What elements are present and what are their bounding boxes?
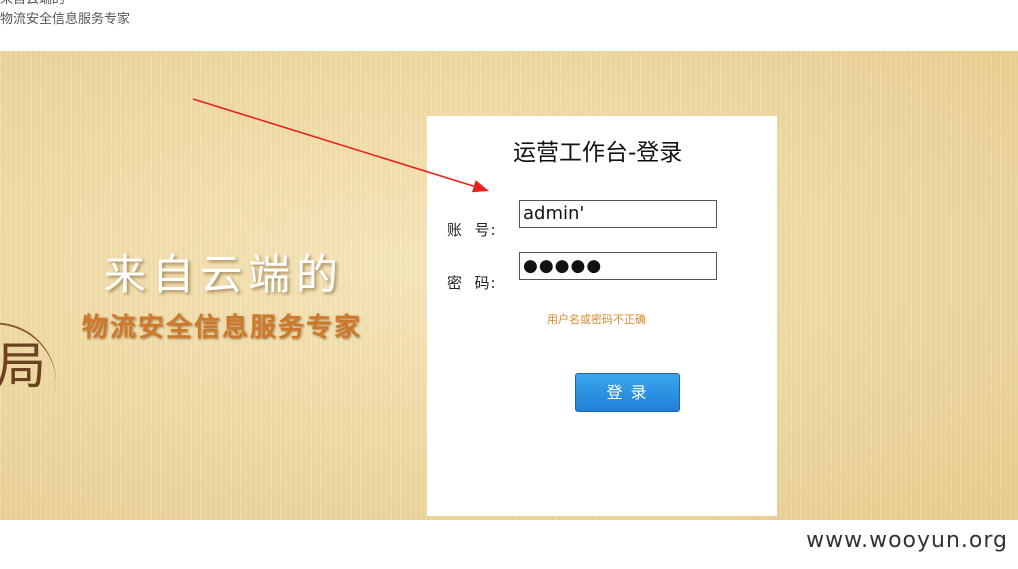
- banner-slogan-sub: 物流安全信息服务专家: [82, 313, 363, 343]
- account-label: 账 号:: [447, 221, 497, 239]
- banner-background: 局 来自云端的 物流安全信息服务专家 运营工作台-登录 账 号: admin' …: [0, 51, 1018, 520]
- account-input[interactable]: admin': [519, 200, 717, 228]
- password-input[interactable]: ●●●●●: [519, 252, 717, 280]
- decorative-glyph-icon: 局: [0, 337, 46, 395]
- page-footer: www.wooyun.org: [0, 520, 1018, 569]
- banner-slogan-main: 来自云端的: [104, 250, 345, 299]
- login-title: 运营工作台-登录: [513, 140, 683, 166]
- password-label: 密 码:: [447, 274, 497, 292]
- header-alt-text-line1: 来自云端的: [0, 0, 65, 8]
- watermark-text: www.wooyun.org: [806, 528, 1008, 553]
- page-header: 来自云端的 物流安全信息服务专家: [0, 0, 1018, 51]
- login-button[interactable]: 登录: [575, 373, 680, 412]
- header-alt-text-line2: 物流安全信息服务专家: [0, 12, 131, 27]
- login-card: 运营工作台-登录 账 号: admin' 密 码: ●●●●● 用户名或密码不正…: [427, 116, 777, 516]
- login-error-message: 用户名或密码不正确: [547, 313, 646, 326]
